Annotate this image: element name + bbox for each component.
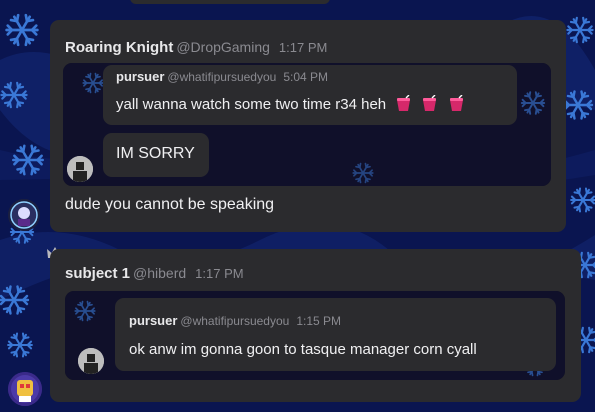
quoted-header: pursuer @whatifipursuedyou 1:15 PM	[129, 313, 341, 328]
quoted-bubble: pursuer @whatifipursuedyou 1:15 PM ok anw …	[115, 298, 556, 371]
avatar-character-icon	[8, 372, 42, 406]
avatar-figure-icon	[67, 156, 93, 182]
quoted-bubble: pursuer @whatifipursuedyou 5:04 PM yall wa…	[103, 65, 517, 125]
quoted-author-name[interactable]: pursuer	[116, 69, 164, 84]
quoted-line: yall wanna watch some two time r34 heh	[116, 95, 465, 113]
quoted-embed[interactable]: pursuer @whatifipursuedyou 5:04 PM yall wa…	[63, 63, 551, 186]
cup-with-straw-icon	[449, 95, 463, 111]
avatar-character-icon	[8, 199, 40, 231]
author-handle[interactable]: @DropGaming	[176, 39, 270, 55]
quoted-author-avatar[interactable]	[67, 156, 93, 182]
author-name[interactable]: subject 1	[65, 265, 130, 282]
message-header: subject 1 @hiberd 1:17 PM	[65, 265, 244, 282]
message-card[interactable]: Roaring Knight @DropGaming 1:17 PM pursuer…	[50, 20, 566, 232]
message-card[interactable]: subject 1 @hiberd 1:17 PM pursuer @whatifip…	[50, 249, 581, 402]
author-avatar[interactable]	[8, 199, 40, 231]
quoted-line-text: ok anw im gonna goon to tasque manager c…	[129, 341, 477, 358]
quoted-line-text: yall wanna watch some two time r34 heh	[116, 96, 387, 113]
quoted-author-handle[interactable]: @whatifipursuedyou	[180, 314, 289, 328]
previous-message-card	[130, 0, 330, 4]
quoted-author-avatar[interactable]	[78, 348, 104, 374]
quoted-author-name[interactable]: pursuer	[129, 313, 177, 328]
author-avatar[interactable]	[8, 372, 42, 406]
quoted-line-text: IM SORRY	[116, 145, 195, 162]
cup-with-straw-icon	[397, 95, 411, 111]
quoted-timestamp: 5:04 PM	[283, 70, 329, 84]
author-name[interactable]: Roaring Knight	[65, 39, 173, 56]
message-header: Roaring Knight @DropGaming 1:17 PM	[65, 39, 327, 56]
cup-with-straw-icon	[423, 95, 437, 111]
quoted-embed[interactable]: pursuer @whatifipursuedyou 1:15 PM ok anw …	[65, 291, 565, 380]
avatar-figure-icon	[78, 348, 104, 374]
author-handle[interactable]: @hiberd	[133, 265, 186, 281]
quoted-timestamp: 1:15 PM	[296, 314, 342, 328]
quoted-bubble-second: IM SORRY	[103, 133, 209, 177]
message-timestamp: 1:17 PM	[195, 266, 244, 281]
quoted-header: pursuer @whatifipursuedyou 5:04 PM	[116, 69, 328, 84]
message-text: dude you cannot be speaking	[65, 196, 275, 213]
quoted-author-handle[interactable]: @whatifipursuedyou	[167, 70, 276, 84]
message-timestamp: 1:17 PM	[278, 40, 328, 55]
